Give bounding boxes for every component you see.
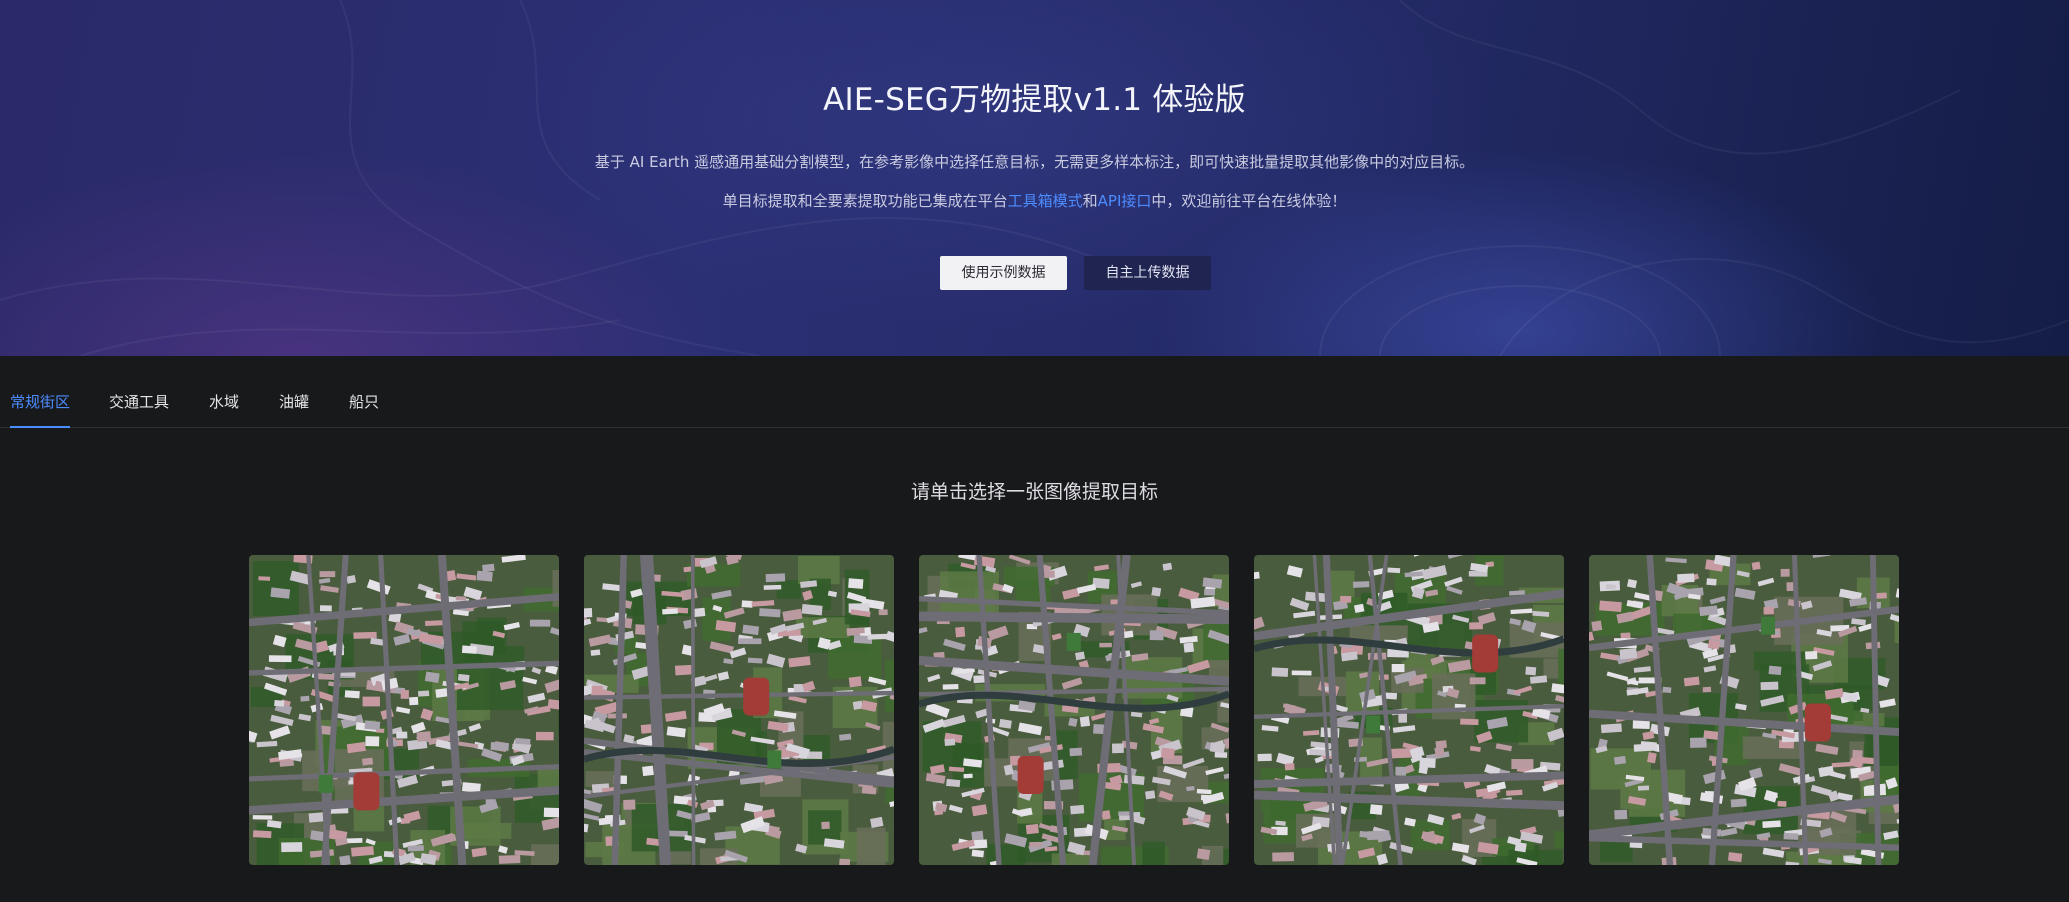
satellite-image-4[interactable]	[1254, 555, 1564, 865]
hero-description: 基于 AI Earth 遥感通用基础分割模型，在参考影像中选择任意目标，无需更多…	[594, 153, 1475, 171]
tab-regular-blocks[interactable]: 常规街区	[10, 391, 71, 428]
hero-background-pattern	[0, 0, 2069, 356]
page-title: AIE-SEG万物提取v1.1 体验版	[823, 82, 1246, 118]
tab-ships[interactable]: 船只	[349, 391, 379, 428]
platform-text-pre: 单目标提取和全要素提取功能已集成在平台	[722, 192, 1008, 210]
tab-oil-tanks[interactable]: 油罐	[279, 391, 309, 428]
hero-description-platform: 单目标提取和全要素提取功能已集成在平台工具箱模式和API接口中，欢迎前往平台在线…	[0, 190, 2069, 211]
satellite-image-3[interactable]	[919, 555, 1229, 865]
use-sample-data-button[interactable]: 使用示例数据	[940, 256, 1067, 290]
satellite-image	[919, 555, 1229, 865]
satellite-image-2[interactable]	[584, 555, 894, 865]
satellite-image	[1589, 555, 1899, 865]
selection-prompt: 请单击选择一张图像提取目标	[910, 481, 1158, 503]
tab-vehicles[interactable]: 交通工具	[109, 391, 169, 428]
satellite-image-5[interactable]	[1589, 555, 1899, 865]
satellite-image	[584, 555, 894, 865]
platform-text-mid: 和	[1082, 192, 1098, 210]
satellite-image	[1254, 555, 1564, 865]
toolbox-mode-link[interactable]: 工具箱模式	[1008, 192, 1083, 210]
platform-text-post: 中，欢迎前往平台在线体验！	[1151, 192, 1347, 210]
api-link[interactable]: API接口	[1098, 192, 1152, 210]
tab-water[interactable]: 水域	[209, 391, 239, 428]
upload-data-button[interactable]: 自主上传数据	[1084, 256, 1211, 290]
satellite-image-1[interactable]	[249, 555, 559, 865]
category-tabs: 常规街区 交通工具 水域 油罐 船只	[0, 356, 2069, 428]
satellite-image	[249, 555, 559, 865]
hero-banner: AIE-SEG万物提取v1.1 体验版 基于 AI Earth 遥感通用基础分割…	[0, 0, 2069, 356]
